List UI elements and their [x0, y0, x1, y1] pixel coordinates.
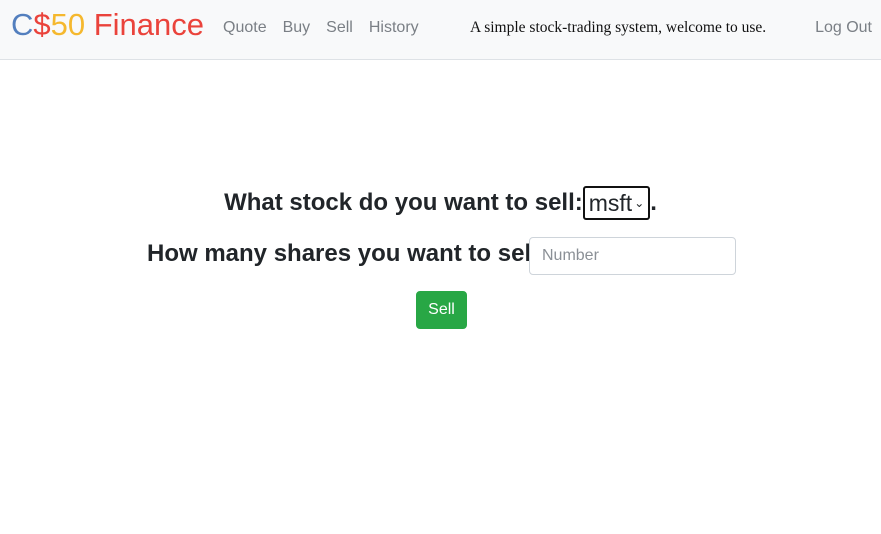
shares-prompt-label: How many shares you want to sell: — [147, 240, 546, 267]
nav-link-quote[interactable]: Quote — [215, 17, 275, 39]
nav-link-buy[interactable]: Buy — [275, 17, 319, 39]
brand-part-dollar: $ — [33, 7, 51, 42]
nav-link-history[interactable]: History — [361, 17, 427, 39]
stock-select[interactable]: msft ⌄ — [582, 186, 651, 220]
site-tagline: A simple stock-trading system, welcome t… — [470, 19, 767, 36]
chevron-down-icon: ⌄ — [634, 195, 645, 210]
stock-prompt-label: What stock do you want to sell: — [224, 189, 583, 216]
shares-input[interactable] — [529, 237, 736, 275]
stock-prompt-period: . — [650, 189, 657, 216]
brand-part-c: C — [11, 7, 34, 42]
navbar: C$50 Finance Quote Buy Sell History A si… — [0, 0, 881, 60]
stock-select-row: What stock do you want to sell: msft ⌄. — [0, 185, 881, 221]
brand-part-50: 50 — [50, 7, 86, 42]
sell-button[interactable]: Sell — [416, 291, 467, 329]
nav-links: Quote Buy Sell History — [215, 17, 427, 39]
nav-link-sell[interactable]: Sell — [318, 17, 361, 39]
logout-link[interactable]: Log Out — [815, 17, 872, 39]
brand-logo-link[interactable]: C$50 Finance — [11, 6, 204, 44]
brand-part-finance: Finance — [85, 7, 205, 42]
stock-select-value: msft — [588, 190, 633, 216]
